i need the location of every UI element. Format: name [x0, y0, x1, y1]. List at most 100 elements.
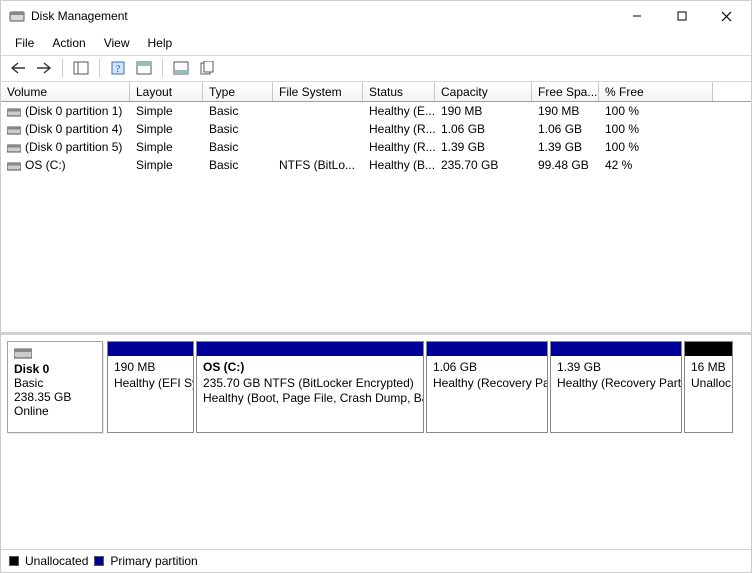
volume-capacity: 1.39 GB	[435, 138, 532, 156]
col-header-filesystem[interactable]: File System	[273, 82, 363, 101]
toolbar-separator	[99, 59, 100, 77]
col-header-volume[interactable]: Volume	[1, 82, 130, 101]
settings-top-button[interactable]	[133, 58, 155, 78]
volume-pctfree: 100 %	[599, 138, 713, 156]
show-hide-tree-button[interactable]	[70, 58, 92, 78]
volume-name: (Disk 0 partition 1)	[25, 104, 122, 118]
volume-type: Basic	[203, 120, 273, 138]
partition-title: OS (C:)	[203, 360, 244, 374]
partition-primary[interactable]: OS (C:) 235.70 GB NTFS (BitLocker Encrypt…	[196, 341, 424, 433]
menu-view[interactable]: View	[96, 34, 138, 52]
volume-pctfree: 42 %	[599, 156, 713, 174]
svg-text:?: ?	[116, 64, 121, 75]
volume-pctfree: 100 %	[599, 102, 713, 120]
volume-layout: Simple	[130, 138, 203, 156]
legend-bar: Unallocated Primary partition	[1, 549, 751, 572]
partition-size: 1.39 GB	[557, 360, 601, 374]
volume-layout: Simple	[130, 102, 203, 120]
volume-free: 190 MB	[532, 102, 599, 120]
partition-primary[interactable]: 190 MB Healthy (EFI Sys	[107, 341, 194, 433]
volume-row[interactable]: (Disk 0 partition 4) SimpleBasic Healthy (…	[1, 120, 751, 138]
disk-graphical-pane: Disk 0 Basic 238.35 GB Online 190 MB Heal…	[1, 335, 751, 439]
volume-status: Healthy (E...	[363, 102, 435, 120]
volume-row[interactable]: OS (C:)SimpleBasicNTFS (BitLo...Healthy …	[1, 156, 751, 174]
volume-name: OS (C:)	[25, 158, 66, 172]
menu-file[interactable]: File	[7, 34, 42, 52]
menu-help[interactable]: Help	[140, 34, 181, 52]
partition-color-bar	[427, 342, 547, 356]
volume-free: 1.06 GB	[532, 120, 599, 138]
disk-header[interactable]: Disk 0 Basic 238.35 GB Online	[7, 341, 103, 433]
partition-color-bar	[108, 342, 193, 356]
volume-free: 99.48 GB	[532, 156, 599, 174]
volume-row[interactable]: (Disk 0 partition 1)SimpleBasicHealthy (…	[1, 102, 751, 120]
col-header-type[interactable]: Type	[203, 82, 273, 101]
partition-status: Healthy (EFI Sys	[114, 376, 193, 390]
partition-status: Unalloc	[691, 376, 731, 390]
partition-color-bar	[551, 342, 681, 356]
forward-button[interactable]	[33, 58, 55, 78]
volume-status: Healthy (R...	[363, 120, 435, 138]
disk-name: Disk 0	[14, 362, 96, 376]
volume-fs	[273, 120, 363, 138]
volume-row[interactable]: (Disk 0 partition 5) SimpleBasic Healthy (…	[1, 138, 751, 156]
volume-status: Healthy (R...	[363, 138, 435, 156]
partition-size: 1.06 GB	[433, 360, 477, 374]
volume-capacity: 190 MB	[435, 102, 532, 120]
menu-action[interactable]: Action	[44, 34, 93, 52]
empty-area	[1, 439, 751, 549]
partition-size: 16 MB	[691, 360, 726, 374]
volume-icon	[7, 124, 21, 134]
legend-swatch-unallocated	[9, 556, 19, 566]
volume-icon	[7, 142, 21, 152]
close-button[interactable]	[704, 1, 749, 31]
settings-bottom-button[interactable]	[170, 58, 192, 78]
volume-list[interactable]: Volume Layout Type File System Status Ca…	[1, 82, 751, 335]
disk-type: Basic	[14, 376, 96, 390]
back-button[interactable]	[7, 58, 29, 78]
toolbar-separator	[62, 59, 63, 77]
volume-type: Basic	[203, 138, 273, 156]
volume-status: Healthy (B...	[363, 156, 435, 174]
legend-label-primary: Primary partition	[110, 554, 197, 568]
toolbar: ?	[1, 56, 751, 82]
maximize-button[interactable]	[659, 1, 704, 31]
partition-size: 235.70 GB NTFS (BitLocker Encrypted)	[203, 376, 414, 390]
partition-primary[interactable]: 1.39 GB Healthy (Recovery Part	[550, 341, 682, 433]
disk-size: 238.35 GB	[14, 390, 96, 404]
volume-list-header[interactable]: Volume Layout Type File System Status Ca…	[1, 82, 751, 102]
volume-name: (Disk 0 partition 4)	[25, 122, 122, 136]
volume-layout: Simple	[130, 120, 203, 138]
app-icon	[9, 8, 25, 24]
properties-button[interactable]	[196, 58, 218, 78]
partition-primary[interactable]: 1.06 GB Healthy (Recovery Pa	[426, 341, 548, 433]
volume-capacity: 235.70 GB	[435, 156, 532, 174]
col-header-capacity[interactable]: Capacity	[435, 82, 532, 101]
col-header-layout[interactable]: Layout	[130, 82, 203, 101]
partition-map: 190 MB Healthy (EFI Sys OS (C:) 235.70 GB N…	[107, 341, 745, 433]
disk-state: Online	[14, 404, 96, 418]
col-header-status[interactable]: Status	[363, 82, 435, 101]
col-header-pctfree[interactable]: % Free	[599, 82, 713, 101]
volume-free: 1.39 GB	[532, 138, 599, 156]
volume-layout: Simple	[130, 156, 203, 174]
volume-name: (Disk 0 partition 5)	[25, 140, 122, 154]
partition-status: Healthy (Boot, Page File, Crash Dump, Ba	[203, 391, 423, 405]
toolbar-separator	[162, 59, 163, 77]
partition-color-bar	[197, 342, 423, 356]
legend-label-unallocated: Unallocated	[25, 554, 88, 568]
volume-icon	[7, 106, 21, 116]
partition-color-bar	[685, 342, 732, 356]
legend-swatch-primary	[94, 556, 104, 566]
menu-bar: File Action View Help	[1, 31, 751, 56]
col-header-free[interactable]: Free Spa...	[532, 82, 599, 101]
minimize-button[interactable]	[614, 1, 659, 31]
volume-fs	[273, 138, 363, 156]
partition-status: Healthy (Recovery Pa	[433, 376, 547, 390]
help-button[interactable]: ?	[107, 58, 129, 78]
partition-status: Healthy (Recovery Part	[557, 376, 681, 390]
partition-size: 190 MB	[114, 360, 155, 374]
title-bar: Disk Management	[1, 1, 751, 31]
volume-capacity: 1.06 GB	[435, 120, 532, 138]
partition-unallocated[interactable]: 16 MB Unalloc	[684, 341, 733, 433]
